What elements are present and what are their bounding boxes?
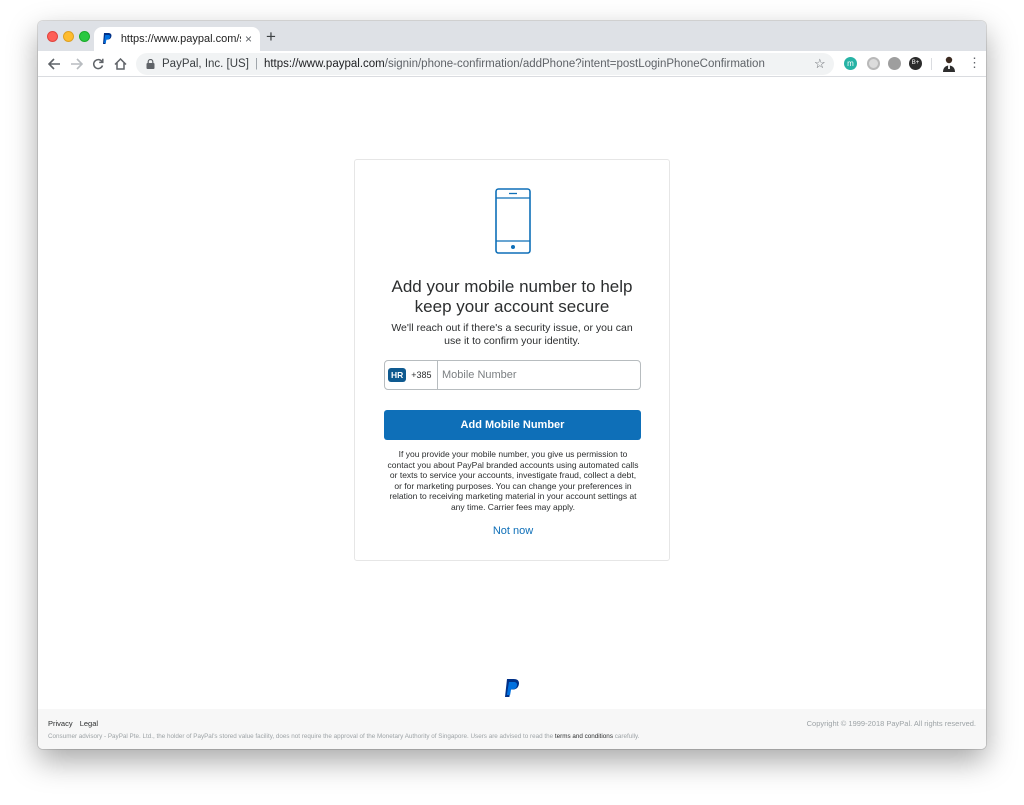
consent-disclaimer: If you provide your mobile number, you g…: [387, 449, 639, 512]
not-now-link[interactable]: Not now: [355, 525, 671, 537]
paypal-logo-icon: [505, 679, 520, 697]
advisory-suffix: carefully.: [612, 733, 640, 740]
legal-link[interactable]: Legal: [80, 719, 98, 728]
copyright-text: Copyright © 1999-2018 PayPal. All rights…: [806, 719, 976, 728]
page-footer: Privacy Legal Copyright © 1999-2018 PayP…: [38, 709, 986, 749]
footer-links: Privacy Legal: [48, 719, 103, 728]
mobile-number-input[interactable]: [438, 361, 640, 389]
close-window-button[interactable]: [47, 31, 58, 42]
phone-number-field: HR +385: [384, 360, 641, 390]
browser-tab[interactable]: https://www.paypal.com/signin ×: [94, 27, 260, 51]
star-icon[interactable]: ☆: [814, 56, 826, 72]
url-path: /signin/phone-confirmation/addPhone?inte…: [384, 58, 765, 70]
terms-and-conditions-link[interactable]: terms and conditions: [555, 733, 613, 740]
add-phone-card: Add your mobile number to help keep your…: [354, 159, 670, 561]
minimize-window-button[interactable]: [63, 31, 74, 42]
back-arrow-icon[interactable]: [44, 54, 64, 74]
lock-icon: [146, 59, 155, 69]
page-title: Add your mobile number to help keep your…: [391, 277, 633, 316]
country-badge: HR: [388, 368, 407, 382]
extension-shield-icon[interactable]: [888, 57, 901, 70]
address-separator: |: [254, 58, 258, 70]
reload-icon[interactable]: [88, 54, 108, 74]
browser-window: https://www.paypal.com/signin × + PayPal…: [38, 21, 986, 749]
page-content: Add your mobile number to help keep your…: [38, 77, 986, 749]
new-tab-button[interactable]: +: [266, 28, 276, 46]
consumer-advisory: Consumer advisory - PayPal Pte. Ltd., th…: [48, 733, 639, 740]
tab-strip: https://www.paypal.com/signin × +: [38, 21, 986, 51]
browser-toolbar: PayPal, Inc. [US] | https://www.paypal.c…: [38, 51, 986, 77]
page-subtitle: We'll reach out if there's a security is…: [391, 322, 633, 347]
extension-m-icon[interactable]: m: [844, 57, 857, 70]
home-icon[interactable]: [110, 54, 130, 74]
paypal-favicon-icon: [102, 33, 114, 45]
country-code-selector[interactable]: HR +385: [385, 361, 438, 389]
dial-code: +385: [411, 370, 432, 380]
tab-title: https://www.paypal.com/signin: [120, 33, 241, 45]
extension-circle-icon[interactable]: [867, 57, 880, 70]
profile-avatar-icon[interactable]: [942, 56, 956, 72]
extension-b-plus-icon[interactable]: B+: [909, 57, 922, 70]
url-host: https://www.paypal.com: [263, 58, 385, 70]
toolbar-divider: [931, 58, 932, 70]
zoom-window-button[interactable]: [79, 31, 90, 42]
mobile-phone-icon: [495, 188, 531, 254]
site-identity: PayPal, Inc. [US]: [162, 58, 249, 70]
privacy-link[interactable]: Privacy: [48, 719, 73, 728]
add-mobile-number-button[interactable]: Add Mobile Number: [384, 410, 641, 440]
advisory-text: Consumer advisory - PayPal Pte. Ltd., th…: [48, 733, 555, 740]
forward-arrow-icon[interactable]: [66, 54, 86, 74]
address-bar[interactable]: PayPal, Inc. [US] | https://www.paypal.c…: [136, 53, 834, 75]
kebab-menu-icon[interactable]: ⋮: [968, 55, 981, 71]
tab-close-icon[interactable]: ×: [245, 32, 252, 46]
